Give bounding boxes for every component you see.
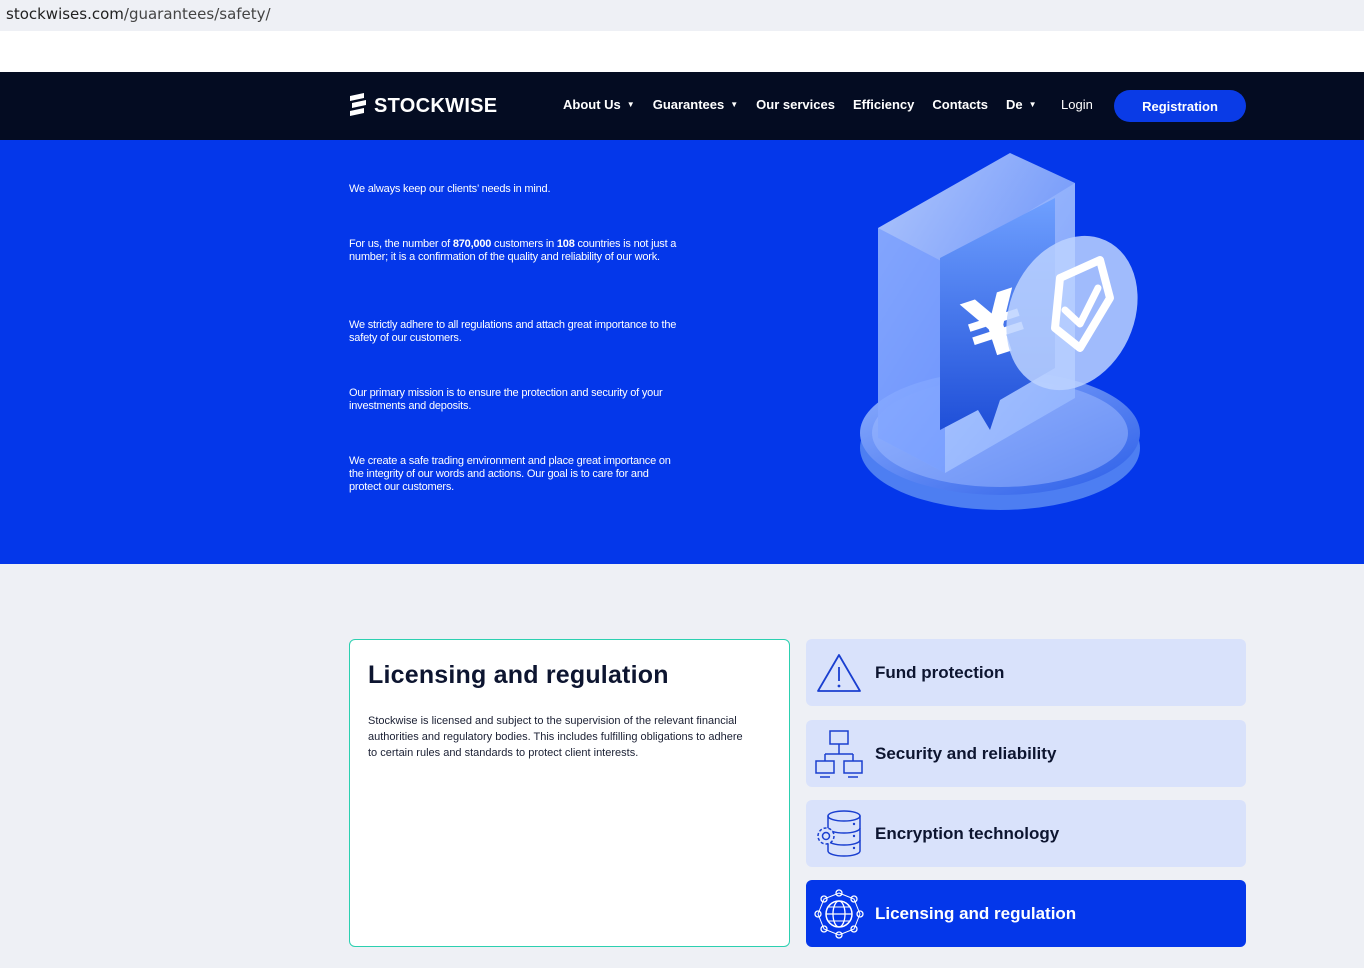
- tab-label: Security and reliability: [875, 743, 1057, 763]
- hero-paragraph-2: For us, the number of 870,000 customers …: [349, 238, 679, 264]
- caret-down-icon: ▼: [1028, 100, 1037, 109]
- nav-item-guarantees[interactable]: Guarantees ▼: [653, 97, 738, 112]
- nav-item-label: Guarantees: [652, 97, 725, 112]
- tab-label: Encryption technology: [875, 823, 1060, 843]
- stockwise-logo-icon: [350, 93, 366, 116]
- tab-fund-protection[interactable]: Fund protection: [806, 639, 1246, 706]
- url-host: stockwises.com: [6, 5, 124, 23]
- tab-label: Licensing and regulation: [875, 903, 1077, 923]
- caret-down-icon: ▼: [730, 100, 739, 109]
- hero-text-fragment: customers in: [491, 238, 557, 250]
- hero-paragraph-4: Our primary mission is to ensure the pro…: [349, 387, 663, 412]
- detail-card: Licensing and regulation Stockwise is li…: [349, 639, 790, 947]
- login-link[interactable]: Login: [1061, 97, 1093, 112]
- nav-item-our-services[interactable]: Our services: [756, 97, 835, 112]
- language-label: De: [1006, 97, 1023, 112]
- tab-licensing-regulation[interactable]: Licensing and regulation: [806, 880, 1246, 947]
- tab-encryption-technology[interactable]: Encryption technology: [806, 800, 1246, 867]
- globe-network-icon: [814, 888, 864, 939]
- url-path: /guarantees/safety/: [123, 5, 271, 23]
- hero-paragraph-1: We always keep our clients’ needs in min…: [349, 183, 551, 195]
- caret-down-icon: ▼: [626, 100, 635, 109]
- countries-count: 108: [556, 238, 575, 250]
- logo[interactable]: STOCKWISE: [348, 92, 497, 120]
- nav-item-label: Our services: [756, 97, 835, 112]
- detail-title: Licensing and regulation: [368, 661, 669, 689]
- url-text[interactable]: stockwises.com/guarantees/safety/: [6, 5, 271, 23]
- customers-count: 870,000: [452, 238, 492, 250]
- language-selector[interactable]: De ▼: [1006, 97, 1037, 112]
- network-icon: [814, 729, 864, 779]
- yen-shield-illustration-icon: ¥: [860, 153, 1140, 510]
- logo-text: STOCKWISE: [374, 94, 498, 117]
- warning-triangle-icon: [814, 648, 864, 698]
- registration-button[interactable]: Registration: [1114, 90, 1246, 122]
- detail-body: Stockwise is licensed and subject to the…: [368, 715, 743, 759]
- nav-item-contacts[interactable]: Contacts: [932, 97, 988, 112]
- database-gear-icon: [814, 809, 864, 859]
- hero-paragraph-5: We create a safe trading environment and…: [349, 455, 671, 493]
- nav-item-efficiency[interactable]: Efficiency: [853, 97, 914, 112]
- page-top-spacer: [0, 31, 1364, 72]
- hero-text-fragment: For us, the number of: [349, 238, 453, 250]
- hero-paragraph-3: We strictly adhere to all regulations an…: [349, 319, 677, 344]
- nav-item-label: Contacts: [932, 97, 988, 112]
- nav-item-about-us[interactable]: About Us ▼: [563, 97, 635, 112]
- tab-security-reliability[interactable]: Security and reliability: [806, 720, 1246, 787]
- browser-address-bar[interactable]: stockwises.com/guarantees/safety/: [0, 0, 1364, 31]
- tab-label: Fund protection: [875, 662, 1005, 682]
- nav-item-label: Efficiency: [852, 97, 915, 112]
- nav-item-label: About Us: [563, 97, 621, 112]
- nav-menu: About Us ▼ Guarantees ▼ Our services Effic…: [563, 97, 1055, 112]
- hero-section: We always keep our clients’ needs in min…: [0, 140, 1364, 564]
